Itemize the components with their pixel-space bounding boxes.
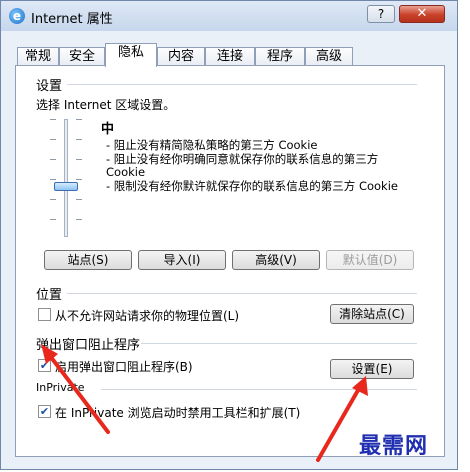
annotation-arrows	[41, 344, 368, 462]
watermark-text: 最需网	[359, 433, 429, 459]
tab-privacy[interactable]: 隐私	[105, 43, 157, 67]
annotation-arrow-checkbox	[41, 344, 110, 434]
